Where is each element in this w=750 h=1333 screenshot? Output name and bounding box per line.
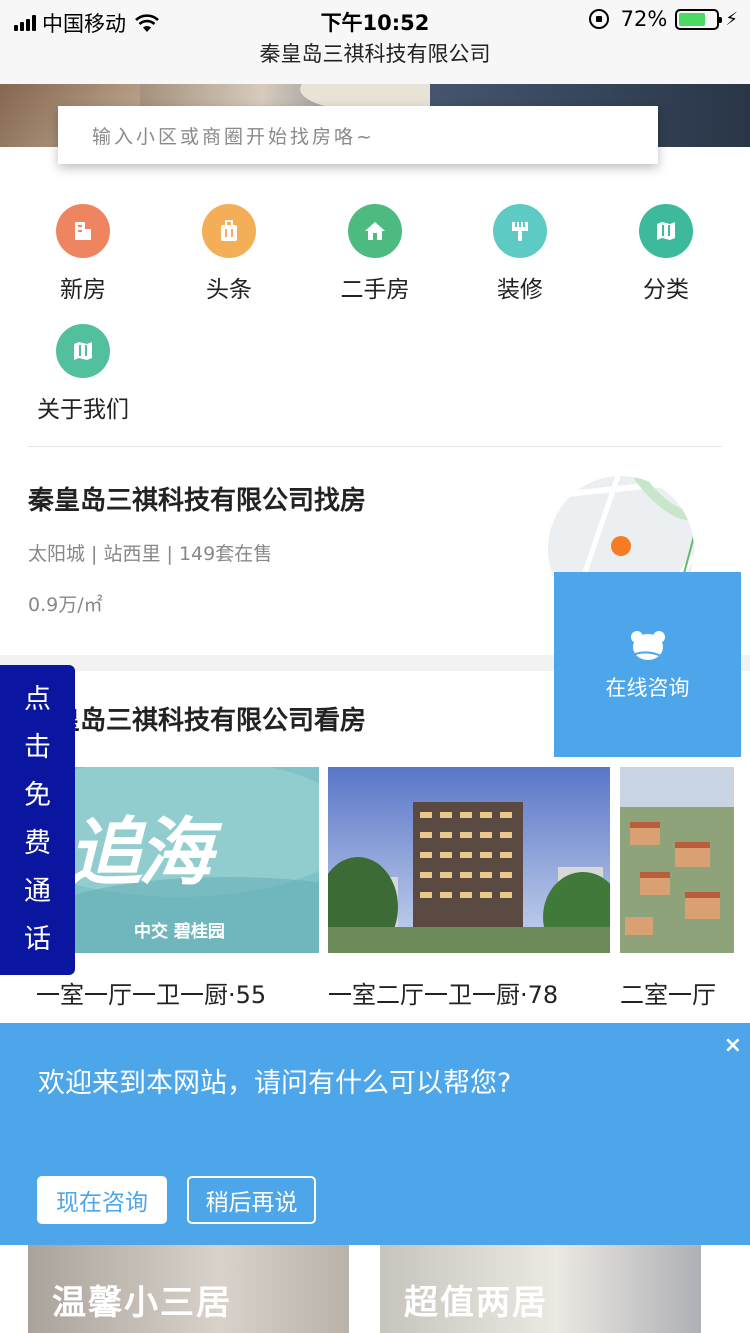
nav-item-about-us[interactable]: 关于我们: [23, 324, 143, 424]
nav-label: 二手房: [340, 277, 410, 303]
free-call-char: 免: [24, 780, 51, 811]
free-call-char: 通: [24, 876, 51, 907]
see-house-title[interactable]: 秦皇岛三祺科技有限公司看房: [28, 700, 366, 737]
battery-percent: 72%: [620, 7, 668, 31]
find-house-meta: 太阳城 | 站西里 | 149套在售: [28, 543, 273, 565]
promo-card[interactable]: 超值两居: [380, 1245, 701, 1333]
map-icon: [56, 324, 110, 378]
nav-item-second-hand[interactable]: 二手房: [315, 204, 435, 304]
close-icon[interactable]: ×: [724, 1033, 742, 1058]
free-call-char: 点: [24, 684, 51, 715]
nav-item-decoration[interactable]: 装修: [460, 204, 580, 304]
free-call-char: 击: [24, 732, 51, 763]
free-call-char: 话: [24, 924, 51, 955]
free-call-button[interactable]: 点 击 免 费 通 话: [0, 665, 75, 975]
house-card-image[interactable]: [328, 767, 610, 953]
nav-label: 关于我们: [37, 397, 129, 423]
promo-title: 温馨小三居: [52, 1283, 232, 1323]
nav-label: 新房: [60, 277, 106, 303]
welcome-popup: 欢迎来到本网站，请问有什么可以帮您? × 现在咨询 稍后再说: [0, 1023, 750, 1245]
nav-item-category[interactable]: 分类: [606, 204, 726, 304]
online-consult-button[interactable]: 在线咨询: [554, 572, 741, 757]
nav-label: 分类: [643, 277, 689, 303]
charging-icon: ⚡: [725, 8, 738, 30]
later-button[interactable]: 稍后再说: [187, 1176, 316, 1224]
nav-item-headlines[interactable]: 头条: [169, 204, 289, 304]
battery-icon: [675, 8, 723, 30]
map-icon: [639, 204, 693, 258]
nav-label: 头条: [206, 277, 252, 303]
find-house-price: 0.9万/㎡: [28, 594, 103, 616]
orientation-lock-icon: [588, 9, 609, 29]
status-right: 72% ⚡: [588, 7, 738, 31]
house-card-image[interactable]: [620, 767, 734, 953]
status-bar: 中国移动 下午10:52 72% ⚡ 秦皇岛三祺科技有限公司: [0, 0, 750, 84]
divider: [28, 446, 722, 447]
suitcase-icon: [202, 204, 256, 258]
consult-now-button[interactable]: 现在咨询: [37, 1176, 167, 1224]
page-title: 秦皇岛三祺科技有限公司: [259, 42, 491, 66]
house-card-caption[interactable]: 一室一厅一卫一厨·55: [36, 975, 266, 1010]
home-icon: [348, 204, 402, 258]
promo-card[interactable]: 温馨小三居: [28, 1245, 349, 1333]
free-call-char: 费: [24, 828, 51, 859]
house-card-caption[interactable]: 一室二厅一卫一厨·78: [328, 975, 558, 1010]
chat-bear-icon: [630, 631, 665, 660]
welcome-message: 欢迎来到本网站，请问有什么可以帮您?: [38, 1068, 512, 1099]
search-placeholder: 输入小区或商圈开始找房咯~: [92, 125, 375, 148]
find-house-title[interactable]: 秦皇岛三祺科技有限公司找房: [28, 480, 366, 517]
promo-title: 超值两居: [404, 1283, 548, 1323]
card-brand: 中交 碧桂园: [134, 922, 225, 942]
paint-brush-icon: [493, 204, 547, 258]
location-pin-icon: [611, 536, 631, 556]
card-logo-text: 追海: [68, 810, 212, 896]
search-input[interactable]: 输入小区或商圈开始找房咯~: [58, 106, 658, 164]
nav-item-new-house[interactable]: 新房: [23, 204, 143, 304]
nav-label: 装修: [497, 277, 543, 303]
building-icon: [56, 204, 110, 258]
online-consult-label: 在线咨询: [605, 676, 690, 700]
house-card-caption[interactable]: 二室一厅: [620, 975, 716, 1010]
